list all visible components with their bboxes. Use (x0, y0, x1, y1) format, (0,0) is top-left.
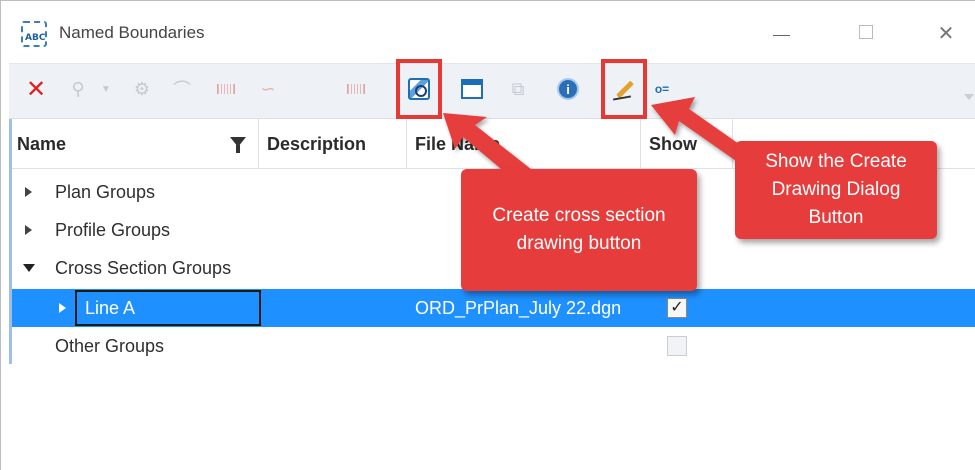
key-icon: o= (654, 82, 670, 96)
named-boundaries-window: ABC Named Boundaries ✕ ✕ ⚲ ▼ ⚙ ⌒ ∽ ⧉ i o… (0, 0, 975, 470)
profile-icon: ⌒ (173, 80, 191, 100)
filter-icon[interactable] (230, 137, 246, 153)
app-icon-label: ABC (25, 33, 46, 43)
row-label: Plan Groups (55, 182, 156, 202)
profile-button[interactable]: ⌒ (169, 76, 195, 102)
grid-icon (347, 84, 365, 94)
expand-icon[interactable] (25, 187, 32, 197)
connect-button[interactable]: ⧉ (505, 76, 531, 102)
toolbar-overflow-icon[interactable] (964, 94, 974, 100)
row-label: Profile Groups (55, 220, 171, 240)
pin-icon: ⚲ (71, 78, 85, 99)
civil-button[interactable]: ⚙ (129, 76, 155, 102)
frame-icon (461, 79, 483, 99)
close-button[interactable]: ✕ (926, 17, 966, 51)
column-header-name[interactable]: Name (9, 119, 259, 169)
tree-indent-guide (9, 119, 12, 364)
show-checkbox[interactable] (667, 336, 687, 356)
tree-row-line-a[interactable]: Line A ORD_PrPlan_July 22.dgn ✓ (9, 289, 975, 327)
highlight-create-drawing-button (601, 59, 647, 119)
delete-button[interactable]: ✕ (23, 75, 49, 103)
window-title: Named Boundaries (59, 23, 205, 42)
column-header-name-label: Name (17, 134, 67, 154)
curve-button[interactable]: ∽ (255, 76, 281, 102)
place-dropdown-button[interactable]: ▼ (93, 76, 119, 102)
named-boundary-app-icon: ABC (21, 21, 47, 47)
delete-icon: ✕ (25, 75, 47, 103)
key-button[interactable]: o= (649, 76, 675, 102)
column-header-file-name[interactable]: File Name (407, 119, 641, 169)
minimize-button[interactable] (761, 17, 801, 51)
toolbar: ✕ ⚲ ▼ ⚙ ⌒ ∽ ⧉ i o= (9, 63, 975, 119)
callout-create-drawing: Show the Create Drawing Dialog Button (735, 141, 937, 239)
tree-row-other-groups[interactable]: Other Groups (9, 327, 975, 365)
frame-button[interactable] (459, 76, 485, 102)
collapse-icon[interactable] (23, 264, 35, 272)
grid-icon (217, 84, 235, 94)
info-button[interactable]: i (555, 76, 581, 102)
place-button[interactable]: ⚲ (65, 76, 91, 102)
grid-button-1[interactable] (213, 76, 239, 102)
row-label: Line A (85, 298, 136, 318)
show-checkbox[interactable]: ✓ (667, 298, 687, 318)
expand-icon[interactable] (25, 225, 32, 235)
minimize-icon (773, 35, 790, 36)
row-label: Other Groups (55, 336, 165, 356)
info-icon: i (557, 78, 579, 100)
expand-icon[interactable] (59, 303, 66, 313)
maximize-button[interactable] (846, 17, 886, 51)
highlight-cross-section-button (396, 59, 442, 119)
connect-icon: ⧉ (511, 78, 525, 99)
curve-icon: ∽ (260, 78, 276, 99)
chevron-down-icon: ▼ (101, 83, 111, 95)
callout-cross-section: Create cross section drawing button (461, 169, 697, 291)
grid-button-2[interactable] (343, 76, 369, 102)
column-header-description[interactable]: Description (259, 119, 407, 169)
maximize-icon (859, 25, 873, 39)
row-label: Cross Section Groups (55, 258, 232, 278)
column-header-show[interactable]: Show (641, 119, 733, 169)
title-bar: ABC Named Boundaries ✕ (1, 1, 975, 63)
close-icon: ✕ (937, 23, 955, 45)
row-file-name: ORD_PrPlan_July 22.dgn (415, 298, 622, 318)
civil-icon: ⚙ (133, 78, 151, 99)
